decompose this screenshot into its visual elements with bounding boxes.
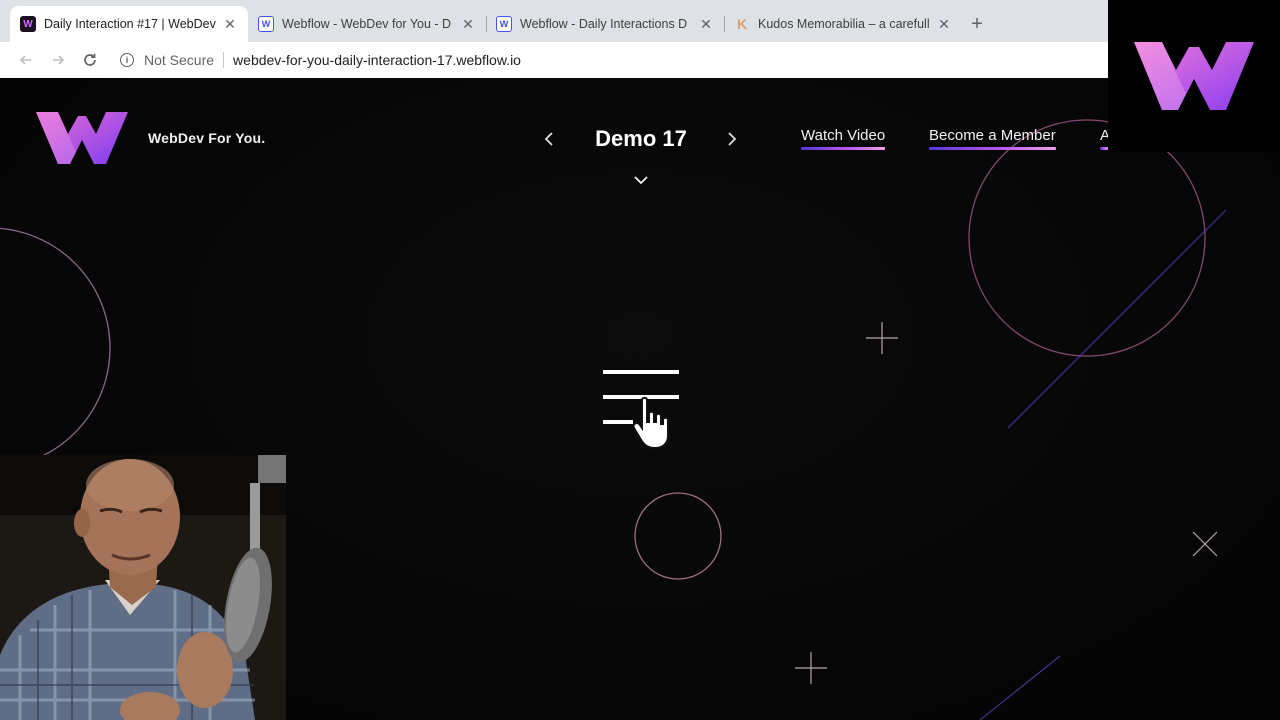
tab-kudos[interactable]: K Kudos Memorabilia – a carefull ✕ [724, 6, 962, 42]
link-underline [801, 147, 886, 150]
tab-title: Kudos Memorabilia – a carefull [758, 17, 930, 31]
tab-strip: W Daily Interaction #17 | WebDev ✕ W Web… [0, 0, 1108, 42]
cross-decor-icon [1192, 531, 1218, 557]
forward-arrow-icon[interactable] [42, 46, 74, 74]
close-icon[interactable]: ✕ [222, 16, 238, 33]
hand-pointer-cursor-icon [632, 396, 669, 450]
decor-circle [968, 119, 1206, 357]
tab-title: Webflow - WebDev for You - D [282, 17, 452, 31]
nav-link-truncated[interactable]: A [1100, 127, 1108, 150]
browser-toolbar: i Not Secure webdev-for-you-daily-intera… [0, 42, 1108, 78]
tab-webflow-webdev[interactable]: W Webflow - WebDev for You - D ✕ [248, 6, 486, 42]
link-underline [1100, 147, 1108, 150]
chevron-left-icon[interactable] [538, 127, 560, 151]
webflow-icon: W [496, 16, 512, 32]
tab-title: Webflow - Daily Interactions D [520, 17, 688, 31]
webflow-icon: W [258, 16, 274, 32]
chevron-right-icon[interactable] [721, 127, 743, 151]
close-icon[interactable]: ✕ [936, 16, 952, 33]
link-underline [929, 147, 1056, 150]
plus-decor-icon [795, 652, 827, 684]
webdev-logo-icon: W [20, 16, 36, 32]
decor-circle [634, 492, 722, 580]
decor-line [1007, 209, 1227, 429]
menu-bar [603, 420, 633, 424]
webdev-watermark-logo-icon [1134, 42, 1254, 110]
address-bar[interactable]: i Not Secure webdev-for-you-daily-intera… [120, 46, 521, 74]
tab-daily-interaction[interactable]: W Daily Interaction #17 | WebDev ✕ [10, 6, 248, 42]
webdev-logo-icon[interactable] [36, 112, 128, 164]
back-arrow-icon[interactable] [10, 46, 42, 74]
decor-line [979, 655, 1061, 720]
browser-chrome: W Daily Interaction #17 | WebDev ✕ W Web… [0, 0, 1108, 78]
brand-name[interactable]: WebDev For You. [148, 130, 265, 146]
demo-title: Demo 17 [595, 126, 687, 151]
menu-bar [603, 370, 679, 374]
url-text[interactable]: webdev-for-you-daily-interaction-17.webf… [233, 52, 521, 68]
tab-webflow-daily[interactable]: W Webflow - Daily Interactions D ✕ [486, 6, 724, 42]
new-tab-button[interactable]: + [962, 6, 992, 42]
screen: W Daily Interaction #17 | WebDev ✕ W Web… [0, 0, 1280, 720]
become-member-link[interactable]: Become a Member [929, 127, 1056, 150]
link-label: A [1100, 127, 1108, 144]
link-label: Watch Video [801, 127, 886, 144]
tab-title: Daily Interaction #17 | WebDev [44, 17, 216, 31]
link-label: Become a Member [929, 127, 1056, 144]
plus-decor-icon [866, 322, 898, 354]
info-icon[interactable]: i [120, 53, 134, 67]
divider [223, 52, 225, 68]
close-icon[interactable]: ✕ [460, 16, 476, 33]
chevron-down-icon[interactable] [630, 172, 652, 188]
webcam-overlay [0, 455, 286, 720]
decor-circle [0, 227, 111, 469]
kudos-icon: K [736, 16, 748, 32]
close-icon[interactable]: ✕ [698, 16, 714, 33]
reload-icon[interactable] [74, 46, 106, 74]
security-label: Not Secure [144, 52, 215, 68]
watch-video-link[interactable]: Watch Video [801, 127, 886, 150]
